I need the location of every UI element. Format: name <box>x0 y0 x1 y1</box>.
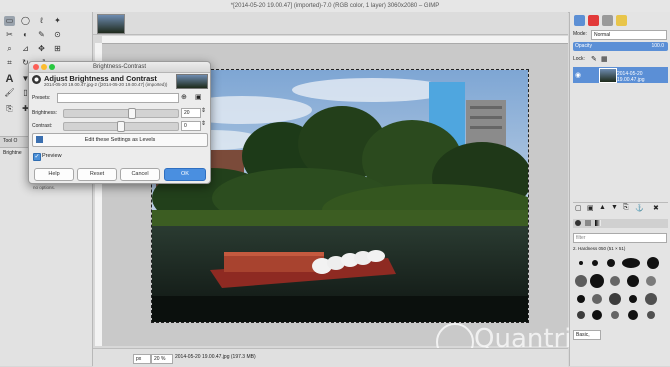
brightness-slider-knob[interactable] <box>128 108 136 119</box>
channels-tab-icon[interactable] <box>588 15 599 26</box>
fuzzy-select-icon[interactable]: ✦ <box>52 16 63 26</box>
foreground-select-icon[interactable]: ◐ <box>20 30 31 40</box>
image-tab-thumbnail[interactable] <box>97 14 125 34</box>
edit-as-levels-button[interactable]: Edit these Settings as Levels <box>32 133 208 147</box>
text-icon[interactable]: A <box>4 74 15 85</box>
preview-checkbox[interactable]: ✓ <box>33 153 41 161</box>
rect-select-icon[interactable]: ▭ <box>4 16 15 26</box>
reset-button[interactable]: Reset <box>77 168 117 181</box>
paths-icon[interactable]: ✎ <box>36 30 47 40</box>
lasso-icon[interactable]: ℓ <box>36 16 47 26</box>
brush-grid[interactable] <box>573 255 668 325</box>
color-picker-icon[interactable]: ⊙ <box>52 30 63 40</box>
patterns-tab-icon[interactable] <box>585 220 591 226</box>
close-icon[interactable] <box>33 64 39 70</box>
ok-button[interactable]: OK <box>164 168 206 181</box>
duplicate-layer-icon[interactable]: ⎘ <box>623 204 629 212</box>
lower-layer-icon[interactable]: ▼ <box>611 204 618 211</box>
preset-menu-icon[interactable]: ▣ <box>195 93 202 101</box>
zoom-icon[interactable]: ⌕ <box>4 44 15 54</box>
brightness-slider[interactable] <box>63 108 179 119</box>
file-info: 2014-05-20 19.00.47.jpg (197.3 MB) <box>175 354 256 360</box>
mode-select[interactable]: Normal <box>591 30 667 40</box>
new-group-icon[interactable]: ▣ <box>587 204 594 212</box>
layers-button-bar: ▢ ▣ ▲ ▼ ⎘ ⚓ ✖ <box>573 202 668 213</box>
brightness-spin-icon[interactable]: ⇕ <box>201 107 206 114</box>
brightness-label: Brightness: <box>32 110 58 116</box>
maximize-icon[interactable] <box>49 64 55 70</box>
zoom-select[interactable]: 20 % <box>151 354 173 364</box>
delete-layer-icon[interactable]: ✖ <box>653 204 659 212</box>
unit-select[interactable]: px <box>133 354 151 364</box>
brushes-tabbar <box>573 219 668 228</box>
lock-label: Lock: <box>573 56 585 62</box>
raise-layer-icon[interactable]: ▲ <box>599 204 606 211</box>
help-button[interactable]: Help <box>34 168 74 181</box>
layer-row[interactable]: ◉ 2014-05-20 19.00.47.jpg <box>573 67 668 83</box>
layers-dock: Mode: Normal Opacity 100.0 Lock: ✎ ▦ ◉ 2… <box>569 12 670 366</box>
scissors-icon[interactable]: ✂ <box>4 30 15 40</box>
edit-as-levels-label: Edit these Settings as Levels <box>84 137 156 143</box>
new-layer-icon[interactable]: ▢ <box>575 204 582 212</box>
cancel-button[interactable]: Cancel <box>120 168 160 181</box>
brushes-tab-icon[interactable] <box>575 220 581 226</box>
dialog-subheading: 2014-05-20 19.00.47.jpg-2 ([2014-05-20 1… <box>44 82 168 87</box>
current-brush-name: 2. Hardness 050 (51 × 51) <box>573 246 626 251</box>
opacity-value[interactable]: 100.0 <box>651 42 664 51</box>
align-icon[interactable]: ⊞ <box>52 44 63 54</box>
tool-options-heading: Brightne <box>3 150 22 156</box>
brush-tag-select[interactable]: Basic, <box>573 330 601 340</box>
image-tab-strip <box>93 12 568 35</box>
brush-filter-input[interactable]: filter <box>573 233 667 243</box>
ellipse-select-icon[interactable]: ◯ <box>20 16 31 26</box>
layer-name[interactable]: 2014-05-20 19.00.47.jpg <box>617 71 668 83</box>
mode-label: Mode: <box>573 31 587 37</box>
contrast-slider[interactable] <box>63 121 179 132</box>
clone-icon[interactable]: ⎘ <box>4 104 15 114</box>
paintbrush-icon[interactable]: 🖌 <box>4 88 15 98</box>
paths-tab-icon[interactable] <box>602 15 613 26</box>
move-icon[interactable]: ✥ <box>36 44 47 54</box>
tool-options-tab[interactable]: Tool O <box>3 138 17 144</box>
minimize-icon[interactable] <box>41 64 47 70</box>
measure-icon[interactable]: ⊿ <box>20 44 31 54</box>
dialog-window-title: Brightness-Contrast <box>92 64 147 70</box>
crop-icon[interactable]: ⌗ <box>4 58 15 68</box>
brightness-contrast-dialog: Brightness-Contrast Adjust Brightness an… <box>28 61 211 184</box>
brightness-value[interactable]: 20 <box>181 108 201 118</box>
lock-alpha-icon[interactable]: ▦ <box>601 55 608 64</box>
contrast-value[interactable]: 0 <box>181 121 201 131</box>
opacity-label: Opacity <box>575 43 592 49</box>
gradients-tab-icon[interactable] <box>595 220 601 226</box>
add-preset-icon[interactable]: ⊕ <box>181 93 187 101</box>
presets-label: Presets: <box>32 95 51 101</box>
preview-label: Preview <box>42 153 62 159</box>
layer-visibility-icon[interactable]: ◉ <box>575 71 581 79</box>
undo-history-tab-icon[interactable] <box>616 15 627 26</box>
window-title: *[2014-05-20 19.00.47] (imported)-7.0 (R… <box>230 3 440 9</box>
status-bar: px 20 % 2014-05-20 19.00.47.jpg (197.3 M… <box>93 348 568 367</box>
lock-pixels-icon[interactable]: ✎ <box>591 55 597 64</box>
contrast-label: Contrast: <box>32 123 53 129</box>
image-preview-thumbnail <box>176 74 208 89</box>
layer-thumbnail <box>599 68 617 83</box>
presets-select[interactable] <box>57 93 179 103</box>
brightness-contrast-icon <box>32 75 41 84</box>
contrast-slider-knob[interactable] <box>117 121 125 132</box>
dialog-titlebar[interactable]: Brightness-Contrast <box>29 62 210 73</box>
layers-tab-icon[interactable] <box>574 15 585 26</box>
horizontal-ruler <box>102 36 568 44</box>
contrast-spin-icon[interactable]: ⇕ <box>201 120 206 127</box>
anchor-layer-icon[interactable]: ⚓ <box>635 204 644 212</box>
